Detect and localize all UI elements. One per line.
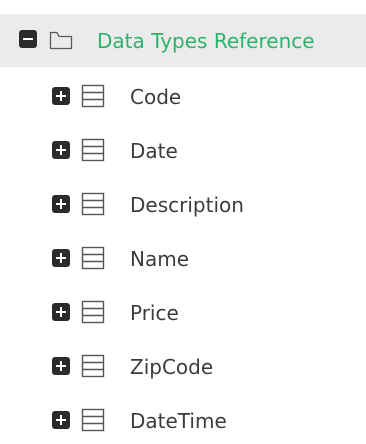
expand-plus-icon[interactable] [52,141,70,159]
tree-child-node[interactable]: Date [0,124,366,178]
tree-root-node[interactable]: Data Types Reference [0,14,366,67]
expand-plus-icon[interactable] [52,195,70,213]
expand-plus-icon[interactable] [52,411,70,429]
table-icon [81,192,105,220]
tree-child-label[interactable]: ZipCode [130,353,213,381]
collapse-minus-icon[interactable] [19,30,37,48]
folder-icon [49,29,73,55]
tree-child-label[interactable]: Name [130,245,189,273]
expand-plus-icon[interactable] [52,357,70,375]
tree-child-label[interactable]: DateTime [130,407,227,435]
tree-child-label[interactable]: Date [130,137,178,165]
tree-child-label[interactable]: Description [130,191,244,219]
tree-child-node[interactable]: DateTime [0,394,366,444]
data-types-tree: Data Types Reference Code Date Descripti… [0,0,366,444]
expand-plus-icon[interactable] [52,87,70,105]
tree-child-node[interactable]: Description [0,178,366,232]
tree-child-label[interactable]: Code [130,83,181,111]
tree-child-node[interactable]: ZipCode [0,340,366,394]
table-icon [81,300,105,328]
table-icon [81,408,105,436]
table-icon [81,84,105,112]
expand-plus-icon[interactable] [52,303,70,321]
table-icon [81,138,105,166]
tree-child-label[interactable]: Price [130,299,179,327]
expand-plus-icon[interactable] [52,249,70,267]
table-icon [81,354,105,382]
tree-child-node[interactable]: Name [0,232,366,286]
tree-child-node[interactable]: Code [0,70,366,124]
table-icon [81,246,105,274]
tree-child-node[interactable]: Price [0,286,366,340]
tree-root-label[interactable]: Data Types Reference [97,27,315,55]
